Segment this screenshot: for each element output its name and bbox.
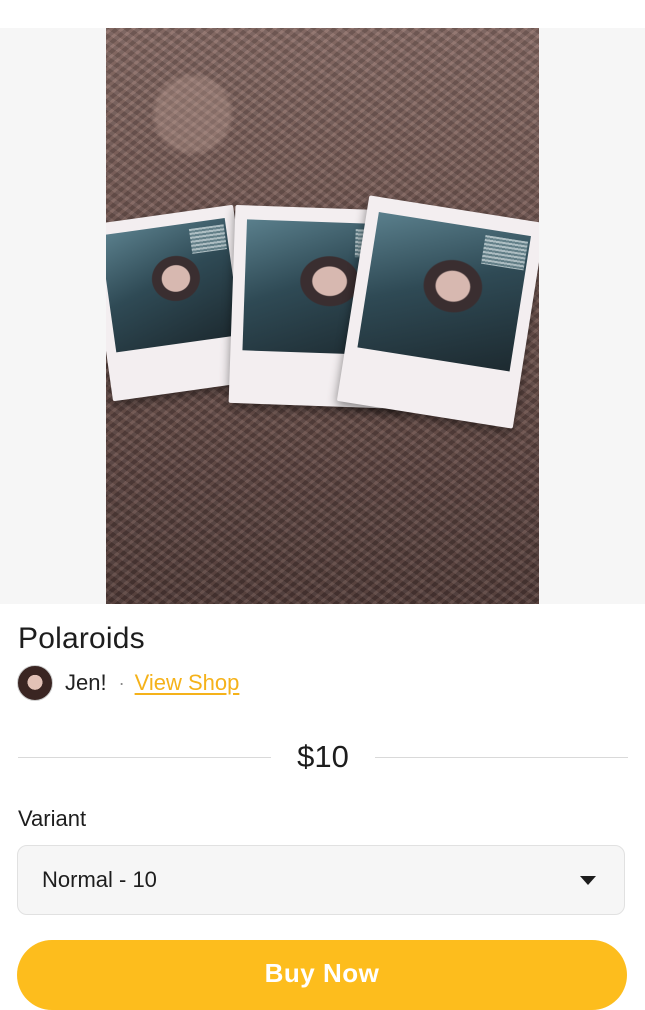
polaroid-image <box>357 211 531 372</box>
polaroid-print <box>336 195 539 429</box>
product-title: Polaroids <box>18 622 145 655</box>
price-divider-left <box>18 756 272 758</box>
seller-name[interactable]: Jen! <box>65 670 107 696</box>
seller-row: Jen! · View Shop <box>17 665 239 701</box>
caret-down-icon <box>580 875 596 885</box>
product-image-area <box>0 28 645 604</box>
variant-selected-value: Normal - 10 <box>42 867 157 892</box>
view-shop-link[interactable]: View Shop <box>135 670 240 696</box>
variant-label: Variant <box>18 806 87 831</box>
separator-dot: · <box>118 672 125 693</box>
price-row: $10 <box>18 737 629 777</box>
product-price: $10 <box>297 739 349 774</box>
price-divider-right <box>374 756 629 758</box>
product-photo[interactable] <box>106 28 539 604</box>
variant-select[interactable]: Normal - 10 <box>17 845 625 915</box>
seller-avatar[interactable] <box>17 665 53 701</box>
polaroid-window-detail <box>189 223 228 254</box>
